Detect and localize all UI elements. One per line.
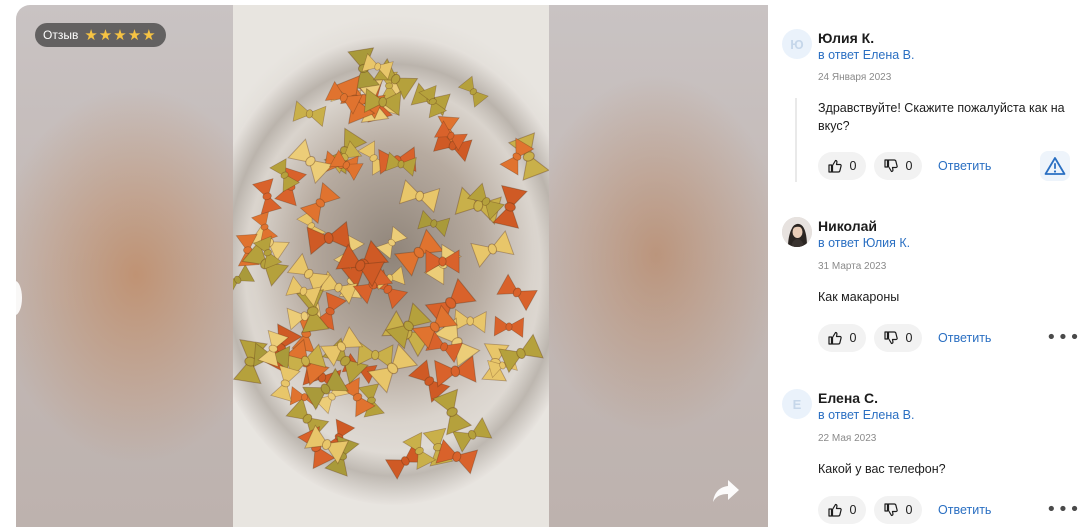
review-badge-label: Отзыв bbox=[43, 28, 79, 42]
rating-stars: ★ ★ ★ ★ ★ bbox=[84, 25, 156, 44]
star-icon: ★ bbox=[113, 25, 127, 44]
star-icon: ★ bbox=[84, 25, 98, 44]
more-icon[interactable]: ••• bbox=[1046, 499, 1081, 520]
pasta-illustration bbox=[233, 47, 549, 480]
review-photo[interactable] bbox=[233, 5, 549, 527]
reply-button[interactable]: Ответить bbox=[938, 503, 991, 517]
avatar: Е bbox=[782, 389, 812, 419]
thumb-up-icon bbox=[827, 503, 842, 517]
comment-author[interactable]: Елена С. bbox=[818, 390, 878, 406]
share-icon[interactable] bbox=[711, 477, 741, 505]
star-icon: ★ bbox=[98, 25, 113, 44]
comment-item: Е Елена С. в ответ Елена В. 22 Мая 2023 … bbox=[768, 0, 1090, 527]
dislike-count: 0 bbox=[905, 503, 913, 517]
thumb-down-icon bbox=[883, 503, 898, 517]
review-badge: Отзыв ★ ★ ★ ★ ★ bbox=[35, 23, 166, 47]
review-viewer: Отзыв ★ ★ ★ ★ ★ Ю Юлия К. в ответ Елена … bbox=[0, 0, 1090, 527]
reply-to-link[interactable]: в ответ Елена В. bbox=[818, 408, 914, 422]
comment-date: 22 Мая 2023 bbox=[818, 433, 877, 444]
media-viewer: Отзыв ★ ★ ★ ★ ★ bbox=[16, 5, 768, 527]
comments-panel: Ю Юлия К. в ответ Елена В. 24 Января 202… bbox=[768, 0, 1090, 527]
comment-actions: 0 0 Ответить bbox=[818, 496, 991, 524]
comment-text: Какой у вас телефон? bbox=[818, 462, 946, 476]
like-count: 0 bbox=[849, 503, 857, 517]
like-button[interactable]: 0 bbox=[818, 496, 866, 524]
dislike-button[interactable]: 0 bbox=[874, 496, 922, 524]
star-icon: ★ bbox=[142, 25, 156, 44]
prev-arrow-edge[interactable] bbox=[16, 281, 22, 315]
star-icon: ★ bbox=[127, 25, 142, 44]
